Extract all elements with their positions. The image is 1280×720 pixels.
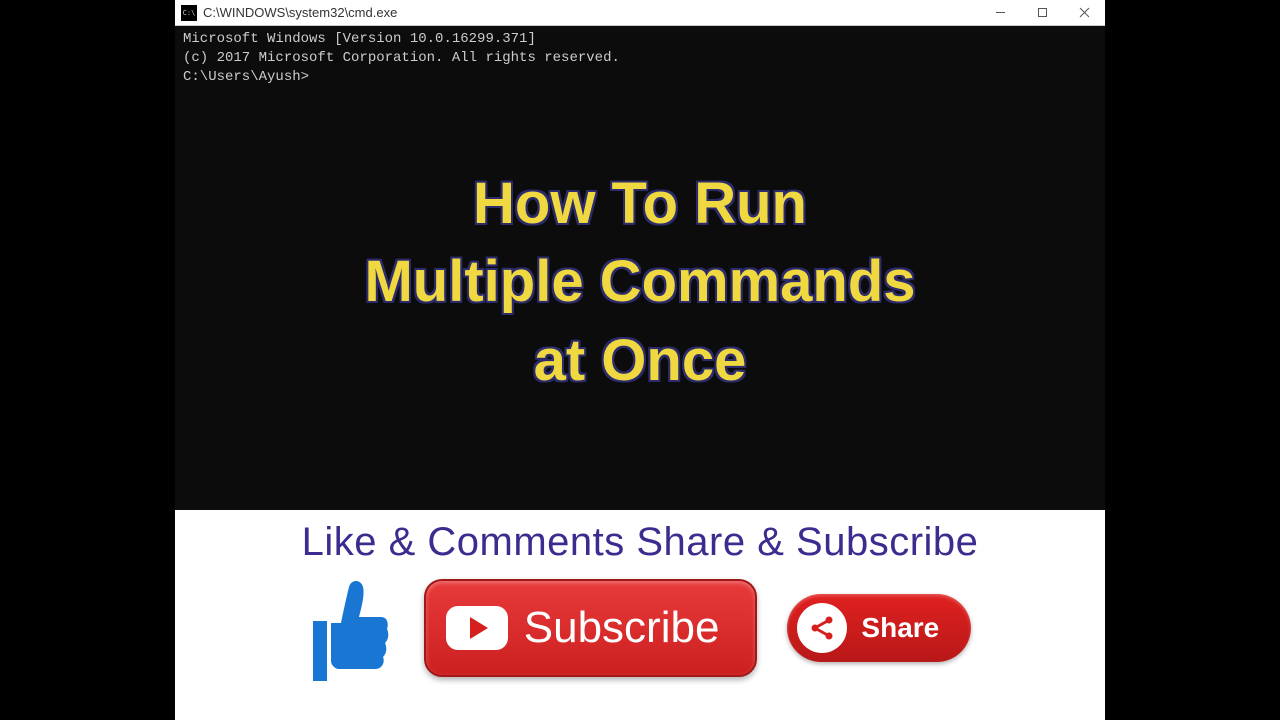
cta-button-row: Subscribe Share [193,573,1087,683]
share-icon [797,603,847,653]
cmd-icon [181,5,197,21]
cta-panel: Like & Comments Share & Subscribe Subscr… [175,510,1105,720]
window-controls [979,0,1105,25]
terminal-line: Microsoft Windows [Version 10.0.16299.37… [183,30,1097,49]
like-icon[interactable] [309,573,394,683]
title-line: How To Run [175,165,1105,243]
title-line: at Once [175,322,1105,400]
youtube-play-icon [446,606,508,650]
title-line: Multiple Commands [175,243,1105,321]
terminal-output[interactable]: Microsoft Windows [Version 10.0.16299.37… [175,26,1105,91]
cta-text: Like & Comments Share & Subscribe [193,520,1087,565]
tutorial-title-overlay: How To Run Multiple Commands at Once [175,165,1105,400]
window-titlebar[interactable]: C:\WINDOWS\system32\cmd.exe [175,0,1105,26]
close-button[interactable] [1063,0,1105,25]
maximize-button[interactable] [1021,0,1063,25]
terminal-prompt: C:\Users\Ayush> [183,68,1097,87]
terminal-line: (c) 2017 Microsoft Corporation. All righ… [183,49,1097,68]
share-button[interactable]: Share [787,594,971,662]
window-title: C:\WINDOWS\system32\cmd.exe [203,5,979,20]
share-label: Share [861,612,939,644]
subscribe-label: Subscribe [524,603,720,653]
subscribe-button[interactable]: Subscribe [424,579,758,677]
minimize-button[interactable] [979,0,1021,25]
